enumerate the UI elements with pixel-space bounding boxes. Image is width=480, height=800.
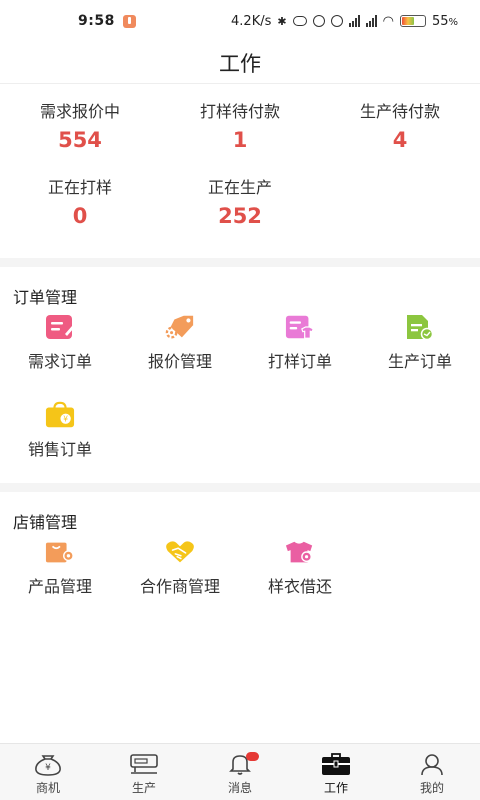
stat-label: 生产待付款: [359, 102, 440, 121]
battery-percent: 55%: [431, 13, 458, 29]
grid-item-label: 打样订单: [267, 352, 332, 371]
grid-item-label: 合作商管理: [139, 577, 220, 596]
stat-value: 252: [218, 204, 262, 228]
stat-value: 554: [58, 128, 102, 152]
partner-management-button[interactable]: 合作商管理: [120, 536, 240, 624]
demand-order-button[interactable]: 需求订单: [0, 311, 120, 399]
stat-sampling[interactable]: 正在打样 0: [0, 172, 160, 248]
tab-production[interactable]: 生产: [96, 744, 192, 800]
stat-label: 正在打样: [47, 178, 112, 197]
tab-work[interactable]: 工作: [288, 744, 384, 800]
sewing-machine-icon: [129, 751, 159, 777]
svg-text:¥: ¥: [63, 415, 68, 424]
tab-label: 消息: [227, 781, 252, 795]
page-title: 工作: [0, 42, 480, 84]
section-title: 订单管理: [13, 288, 78, 307]
stat-value: 0: [72, 204, 88, 228]
sample-order-button[interactable]: 打样订单: [240, 311, 360, 399]
tab-mine[interactable]: 我的: [384, 744, 480, 800]
svg-text:¥: ¥: [45, 763, 51, 773]
stat-label: 需求报价中: [39, 102, 120, 121]
quote-tag-icon: [165, 313, 195, 341]
status-right: 4.2K/s ✱ ◠ 55%: [231, 14, 458, 29]
tab-messages[interactable]: 消息: [192, 744, 288, 800]
section-title: 店铺管理: [13, 513, 78, 532]
grid-item-label: 样衣借还: [267, 577, 332, 596]
grid-item-label: 销售订单: [27, 440, 92, 459]
network-speed: 4.2K/s: [231, 13, 272, 29]
production-order-icon: [405, 313, 435, 341]
store-management-section: 店铺管理 产品管理 合作商管理 样衣借还: [0, 492, 480, 624]
handshake-icon: [165, 538, 195, 566]
stat-sample-unpaid[interactable]: 打样待付款 1: [160, 96, 320, 172]
person-icon: [417, 751, 447, 777]
sample-clothes-lending-button[interactable]: 样衣借还: [240, 536, 360, 624]
grid-item-label: 生产订单: [387, 352, 452, 371]
stats-panel: 需求报价中 554 打样待付款 1 生产待付款 4 正在打样 0 正在生产 25…: [0, 84, 480, 258]
notification-icon: [122, 14, 136, 28]
mute-icon: [312, 15, 325, 27]
stat-production-unpaid[interactable]: 生产待付款 4: [320, 96, 480, 172]
money-bag-icon: ¥: [33, 751, 63, 777]
wifi-icon: ◠: [382, 13, 394, 29]
production-order-button[interactable]: 生产订单: [360, 311, 480, 399]
stat-label: 正在生产: [207, 178, 272, 197]
bottom-tab-bar: ¥ 商机 生产 消息 工作 我的: [0, 743, 480, 800]
stat-quoting[interactable]: 需求报价中 554: [0, 96, 160, 172]
sales-order-button[interactable]: ¥ 销售订单: [0, 399, 120, 487]
tab-label: 我的: [419, 781, 444, 795]
sample-order-icon: [285, 313, 315, 341]
stat-producing[interactable]: 正在生产 252: [160, 172, 320, 248]
bluetooth-icon: ✱: [277, 14, 287, 28]
tab-label: 生产: [131, 781, 156, 795]
tab-business[interactable]: ¥ 商机: [0, 744, 96, 800]
grid-item-label: 产品管理: [27, 577, 92, 596]
vibrate-icon: [292, 16, 307, 26]
stat-value: 4: [392, 128, 408, 152]
status-time: 9:58: [78, 13, 115, 29]
signal-icon-2: [365, 15, 377, 27]
signal-icon-1: [348, 15, 360, 27]
toolbox-icon: [321, 751, 351, 777]
product-management-button[interactable]: 产品管理: [0, 536, 120, 624]
demand-order-icon: [45, 313, 75, 341]
quote-management-button[interactable]: 报价管理: [120, 311, 240, 399]
product-box-icon: [45, 538, 75, 566]
alarm-icon: [330, 15, 343, 27]
tab-label: 工作: [323, 781, 348, 795]
order-management-section: 订单管理 需求订单 报价管理 打样订单 生产订单 ¥ 销售订单: [0, 267, 480, 483]
stat-label: 打样待付款: [199, 102, 280, 121]
grid-item-label: 报价管理: [147, 352, 212, 371]
sales-bag-icon: ¥: [45, 401, 75, 429]
grid-item-label: 需求订单: [27, 352, 92, 371]
shirt-icon: [285, 538, 315, 566]
battery-icon: [399, 15, 426, 27]
tab-label: 商机: [35, 781, 60, 795]
message-badge: [246, 752, 259, 761]
status-bar: 9:58 4.2K/s ✱ ◠ 55%: [0, 0, 480, 42]
stat-value: 1: [232, 128, 248, 152]
section-divider: [0, 258, 480, 267]
